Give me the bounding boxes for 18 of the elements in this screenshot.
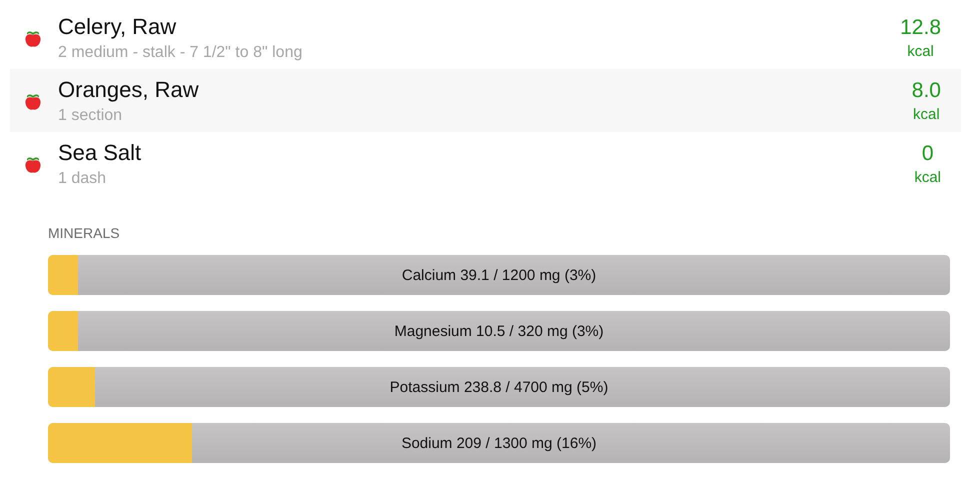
food-serving: 2 medium - stalk - 7 1/2" to 8" long — [58, 44, 304, 62]
food-name: Sea Salt — [58, 140, 142, 166]
food-name: Oranges, Raw — [58, 76, 200, 102]
food-name: Celery, Raw — [58, 14, 178, 40]
food-row[interactable]: Oranges, Raw 1 section 8.0 kcal — [10, 69, 961, 132]
calorie-unit: kcal — [913, 106, 940, 122]
mineral-label: Calcium 39.1 / 1200 mg (3%) — [402, 266, 596, 284]
food-serving: 1 section — [58, 106, 124, 124]
mineral-label: Potassium 238.8 / 4700 mg (5%) — [390, 378, 608, 396]
food-serving: 1 dash — [58, 170, 108, 188]
calorie-value: 0 — [922, 142, 934, 166]
calorie-unit: kcal — [907, 42, 934, 60]
mineral-label: Sodium 209 / 1300 mg (16%) — [401, 434, 597, 452]
calorie-value: 12.8 — [900, 16, 941, 40]
mineral-label: Magnesium 10.5 / 320 mg (3%) — [394, 322, 604, 340]
calorie-unit: kcal — [914, 168, 941, 186]
calorie-value: 8.0 — [912, 78, 941, 102]
section-heading: MINERALS — [48, 225, 121, 241]
